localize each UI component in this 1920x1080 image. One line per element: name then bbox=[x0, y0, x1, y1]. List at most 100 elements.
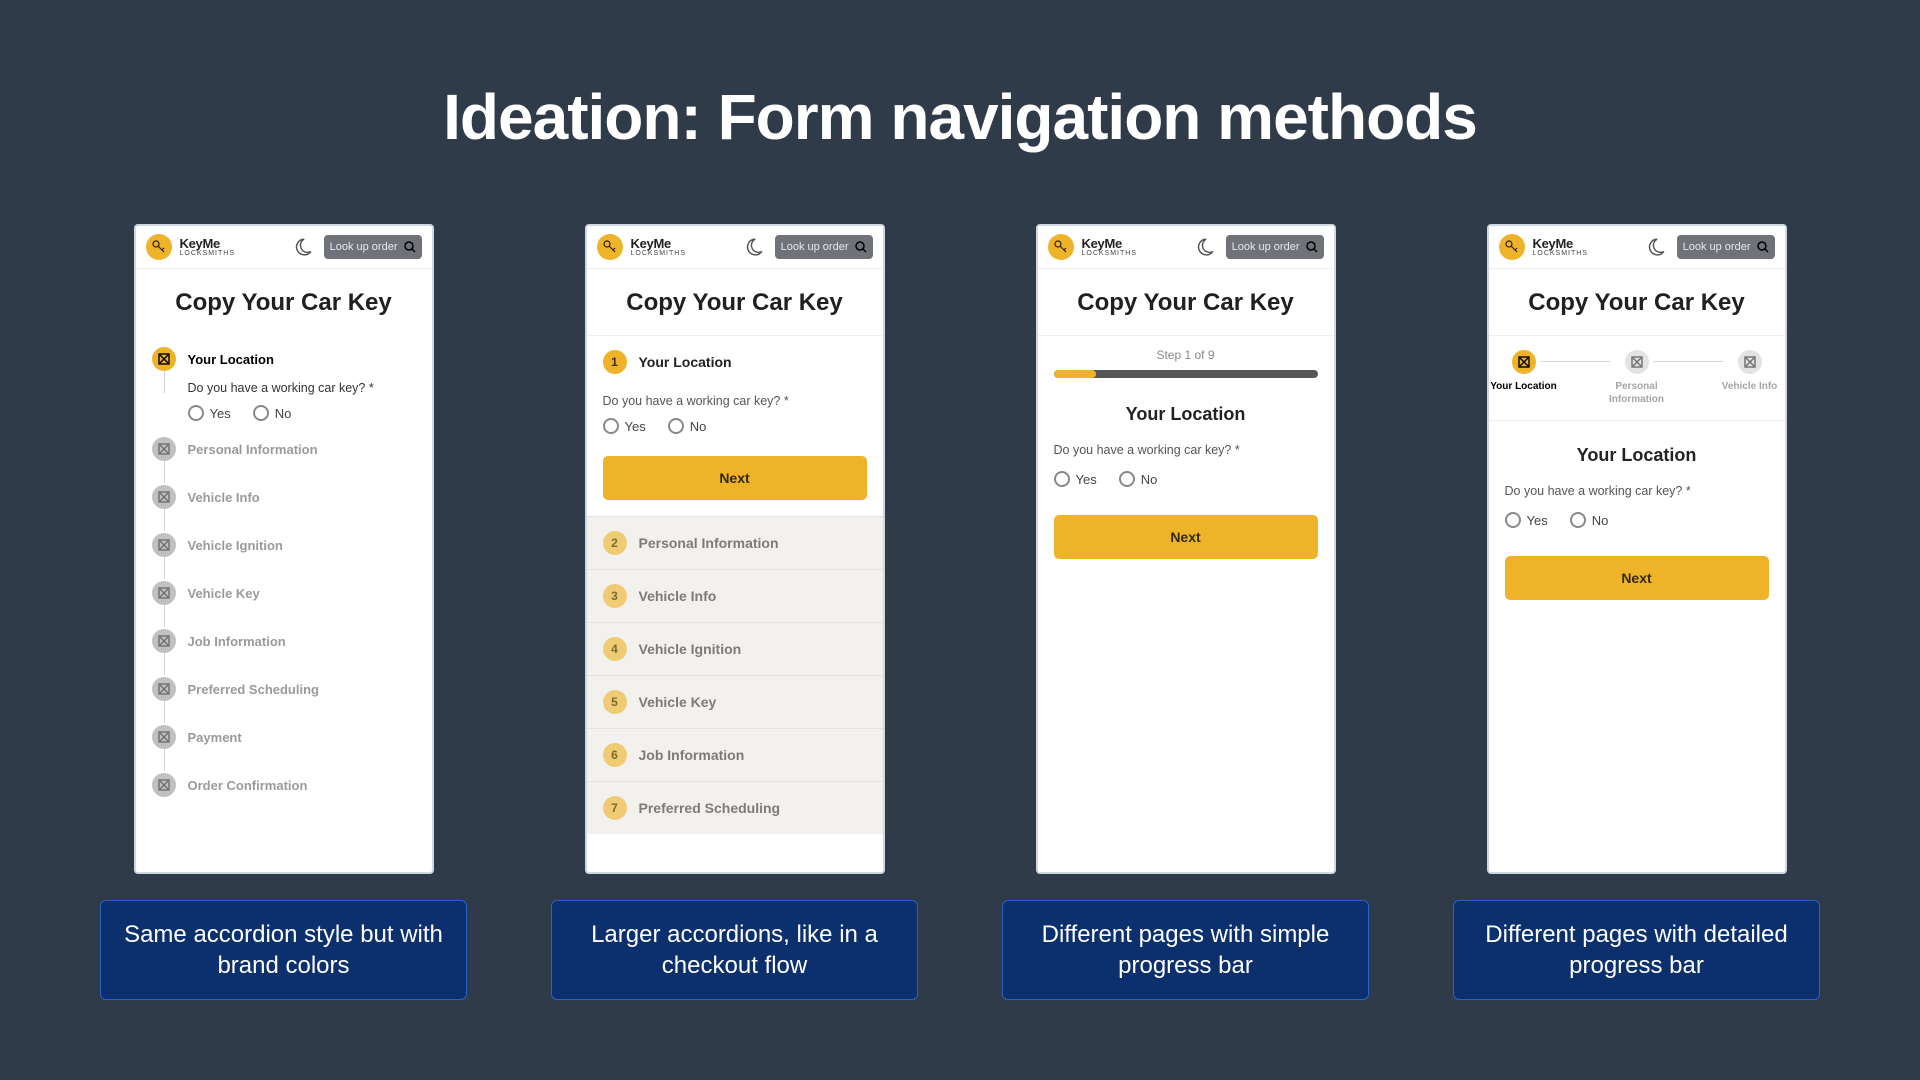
step-number: 3 bbox=[603, 584, 627, 608]
mockup-1-column: KeyMe LOCKSMITHS Look up order Copy Your… bbox=[100, 224, 467, 1000]
question-text: Do you have a working car key? * bbox=[1054, 443, 1318, 457]
step-label: Preferred Scheduling bbox=[639, 800, 781, 816]
question-text: Do you have a working car key? * bbox=[1505, 484, 1769, 498]
accordion-step[interactable]: Vehicle Ignition bbox=[152, 521, 416, 569]
step-label: Personal Information bbox=[639, 535, 779, 551]
accordion-step[interactable]: 4Vehicle Ignition bbox=[587, 622, 883, 675]
brand-logo-text: KeyMeLOCKSMITHS bbox=[1082, 237, 1138, 257]
form-body: Step 1 of 9 Your Location Do you have a … bbox=[1038, 335, 1334, 872]
accordion-step[interactable]: 2Personal Information bbox=[587, 516, 883, 569]
radio-group: Yes No bbox=[1054, 471, 1318, 487]
next-button[interactable]: Next bbox=[603, 456, 867, 500]
theme-toggle-icon[interactable] bbox=[745, 238, 763, 256]
progress-fill bbox=[1054, 370, 1096, 378]
accordion-step-your-location: 1 Your Location Do you have a working ca… bbox=[587, 335, 883, 516]
theme-toggle-icon[interactable] bbox=[1196, 238, 1214, 256]
step-icon bbox=[152, 347, 176, 371]
accordion-step[interactable]: Job Information bbox=[152, 617, 416, 665]
step-label: Vehicle Key bbox=[188, 586, 260, 601]
mockup-4: KeyMeLOCKSMITHS Look up order Copy Your … bbox=[1487, 224, 1787, 874]
step-label: Your Location bbox=[188, 352, 274, 367]
step-number: 4 bbox=[603, 637, 627, 661]
brand-logo-text: KeyMeLOCKSMITHS bbox=[631, 237, 687, 257]
section-title: Your Location bbox=[1505, 445, 1769, 466]
step-icon bbox=[152, 773, 176, 797]
step-label: Vehicle Ignition bbox=[188, 538, 283, 553]
next-button[interactable]: Next bbox=[1054, 515, 1318, 559]
brand-logo-text: KeyMe LOCKSMITHS bbox=[180, 237, 236, 257]
accordion-expanded-content: Do you have a working car key? * Yes No bbox=[152, 381, 416, 421]
accordion-step[interactable]: Vehicle Info bbox=[152, 473, 416, 521]
order-search[interactable]: Look up order bbox=[775, 235, 873, 259]
accordion-step[interactable]: 7 Preferred Scheduling bbox=[587, 781, 883, 834]
step-label: Job Information bbox=[639, 747, 745, 763]
step-icon bbox=[152, 725, 176, 749]
step-label: Job Information bbox=[188, 634, 286, 649]
mockup-3: KeyMeLOCKSMITHS Look up order Copy Your … bbox=[1036, 224, 1336, 874]
radio-no[interactable]: No bbox=[668, 418, 707, 434]
progress-bar bbox=[1054, 370, 1318, 378]
search-placeholder: Look up order bbox=[330, 241, 398, 253]
mockup-2-caption: Larger accordions, like in a checkout fl… bbox=[551, 900, 918, 1000]
brand-name: KeyMe bbox=[180, 237, 236, 250]
accordion-step-your-location[interactable]: Your Location bbox=[152, 335, 416, 383]
step-label: Vehicle Key bbox=[639, 694, 717, 710]
step-number: 7 bbox=[603, 796, 627, 820]
radio-yes[interactable]: Yes bbox=[1054, 471, 1097, 487]
accordion-step[interactable]: Vehicle Key bbox=[152, 569, 416, 617]
accordion-step[interactable]: 5 Vehicle Key bbox=[587, 675, 883, 728]
theme-toggle-icon[interactable] bbox=[294, 238, 312, 256]
section-title: Your Location bbox=[1054, 404, 1318, 425]
search-icon bbox=[855, 241, 867, 253]
search-icon bbox=[404, 241, 416, 253]
accordion-step[interactable]: Payment bbox=[152, 713, 416, 761]
radio-no[interactable]: No bbox=[1570, 512, 1609, 528]
step-indicator: Step 1 of 9 bbox=[1054, 348, 1318, 362]
accordion-step[interactable]: Preferred Scheduling bbox=[152, 665, 416, 713]
order-search[interactable]: Look up order bbox=[1226, 235, 1324, 259]
step-icon bbox=[152, 581, 176, 605]
step-number: 6 bbox=[603, 743, 627, 767]
progress-step-your-location[interactable]: Your Location bbox=[1489, 350, 1559, 393]
radio-yes[interactable]: Yes bbox=[603, 418, 646, 434]
radio-group: Yes No bbox=[188, 405, 416, 421]
mockup-2: KeyMeLOCKSMITHS Look up order Copy Your … bbox=[585, 224, 885, 874]
brand-logo-icon bbox=[1048, 234, 1074, 260]
accordion-step[interactable]: Personal Information bbox=[152, 425, 416, 473]
mockup-3-column: KeyMeLOCKSMITHS Look up order Copy Your … bbox=[1002, 224, 1369, 1000]
step-number: 5 bbox=[603, 690, 627, 714]
question-text: Do you have a working car key? * bbox=[603, 394, 867, 408]
progress-step-personal-information[interactable]: Personal Information bbox=[1602, 350, 1672, 406]
step-label: Your Location bbox=[1490, 380, 1556, 393]
accordion-header[interactable]: 1 Your Location bbox=[603, 336, 867, 388]
brand-subtitle: LOCKSMITHS bbox=[180, 250, 236, 257]
progress-step-vehicle-info[interactable]: Vehicle Info bbox=[1715, 350, 1785, 393]
step-label: Vehicle Info bbox=[639, 588, 717, 604]
page-title: Copy Your Car Key bbox=[587, 269, 883, 335]
theme-toggle-icon[interactable] bbox=[1647, 238, 1665, 256]
page-title: Copy Your Car Key bbox=[136, 269, 432, 335]
accordion-step[interactable]: 3 Vehicle Info bbox=[587, 569, 883, 622]
step-icon bbox=[152, 485, 176, 509]
step-label: Vehicle Info bbox=[188, 490, 260, 505]
radio-yes[interactable]: Yes bbox=[1505, 512, 1548, 528]
step-icon bbox=[152, 437, 176, 461]
radio-no[interactable]: No bbox=[1119, 471, 1158, 487]
order-search[interactable]: Look up order bbox=[324, 235, 422, 259]
accordion-step[interactable]: Order Confirmation bbox=[152, 761, 416, 809]
step-icon bbox=[1512, 350, 1536, 374]
radio-yes[interactable]: Yes bbox=[188, 405, 231, 421]
step-label: Order Confirmation bbox=[188, 778, 308, 793]
order-search[interactable]: Look up order bbox=[1677, 235, 1775, 259]
accordion-step[interactable]: 6 Job Information bbox=[587, 728, 883, 781]
step-label: Preferred Scheduling bbox=[188, 682, 319, 697]
brand-logo-icon bbox=[597, 234, 623, 260]
app-header: KeyMeLOCKSMITHS Look up order bbox=[587, 226, 883, 269]
step-label: Your Location bbox=[639, 354, 732, 370]
accordion-list: Your Location Do you have a working car … bbox=[136, 335, 432, 809]
form-body: Your Location Do you have a working car … bbox=[1489, 421, 1785, 872]
next-button[interactable]: Next bbox=[1505, 556, 1769, 600]
mockup-1: KeyMe LOCKSMITHS Look up order Copy Your… bbox=[134, 224, 434, 874]
radio-no[interactable]: No bbox=[253, 405, 292, 421]
app-header: KeyMeLOCKSMITHS Look up order bbox=[1489, 226, 1785, 269]
